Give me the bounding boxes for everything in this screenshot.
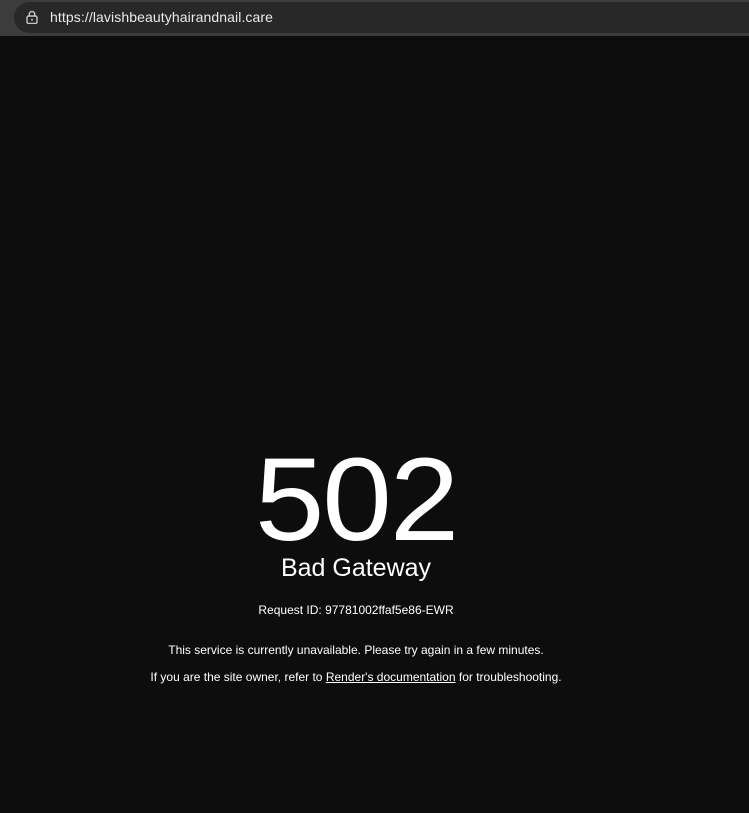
page-content xyxy=(0,36,749,813)
render-docs-link[interactable]: Render's documentation xyxy=(326,670,456,684)
error-code: 502 xyxy=(254,434,459,566)
error-reason: Bad Gateway xyxy=(280,554,432,582)
owner-message-prefix: If you are the site owner, refer to xyxy=(150,670,326,684)
browser-toolbar: https://lavishbeautyhairandnail.care xyxy=(0,0,749,36)
lock-icon[interactable] xyxy=(25,10,39,24)
url-text[interactable]: https://lavishbeautyhairandnail.care xyxy=(50,9,273,25)
owner-message-suffix: for troubleshooting. xyxy=(455,670,562,684)
address-bar[interactable]: https://lavishbeautyhairandnail.care xyxy=(14,2,749,33)
unavailable-message: This service is currently unavailable. P… xyxy=(168,643,544,657)
request-id: Request ID: 97781002ffaf5e86-EWR xyxy=(258,603,454,617)
owner-message: If you are the site owner, refer to Rend… xyxy=(0,670,712,684)
